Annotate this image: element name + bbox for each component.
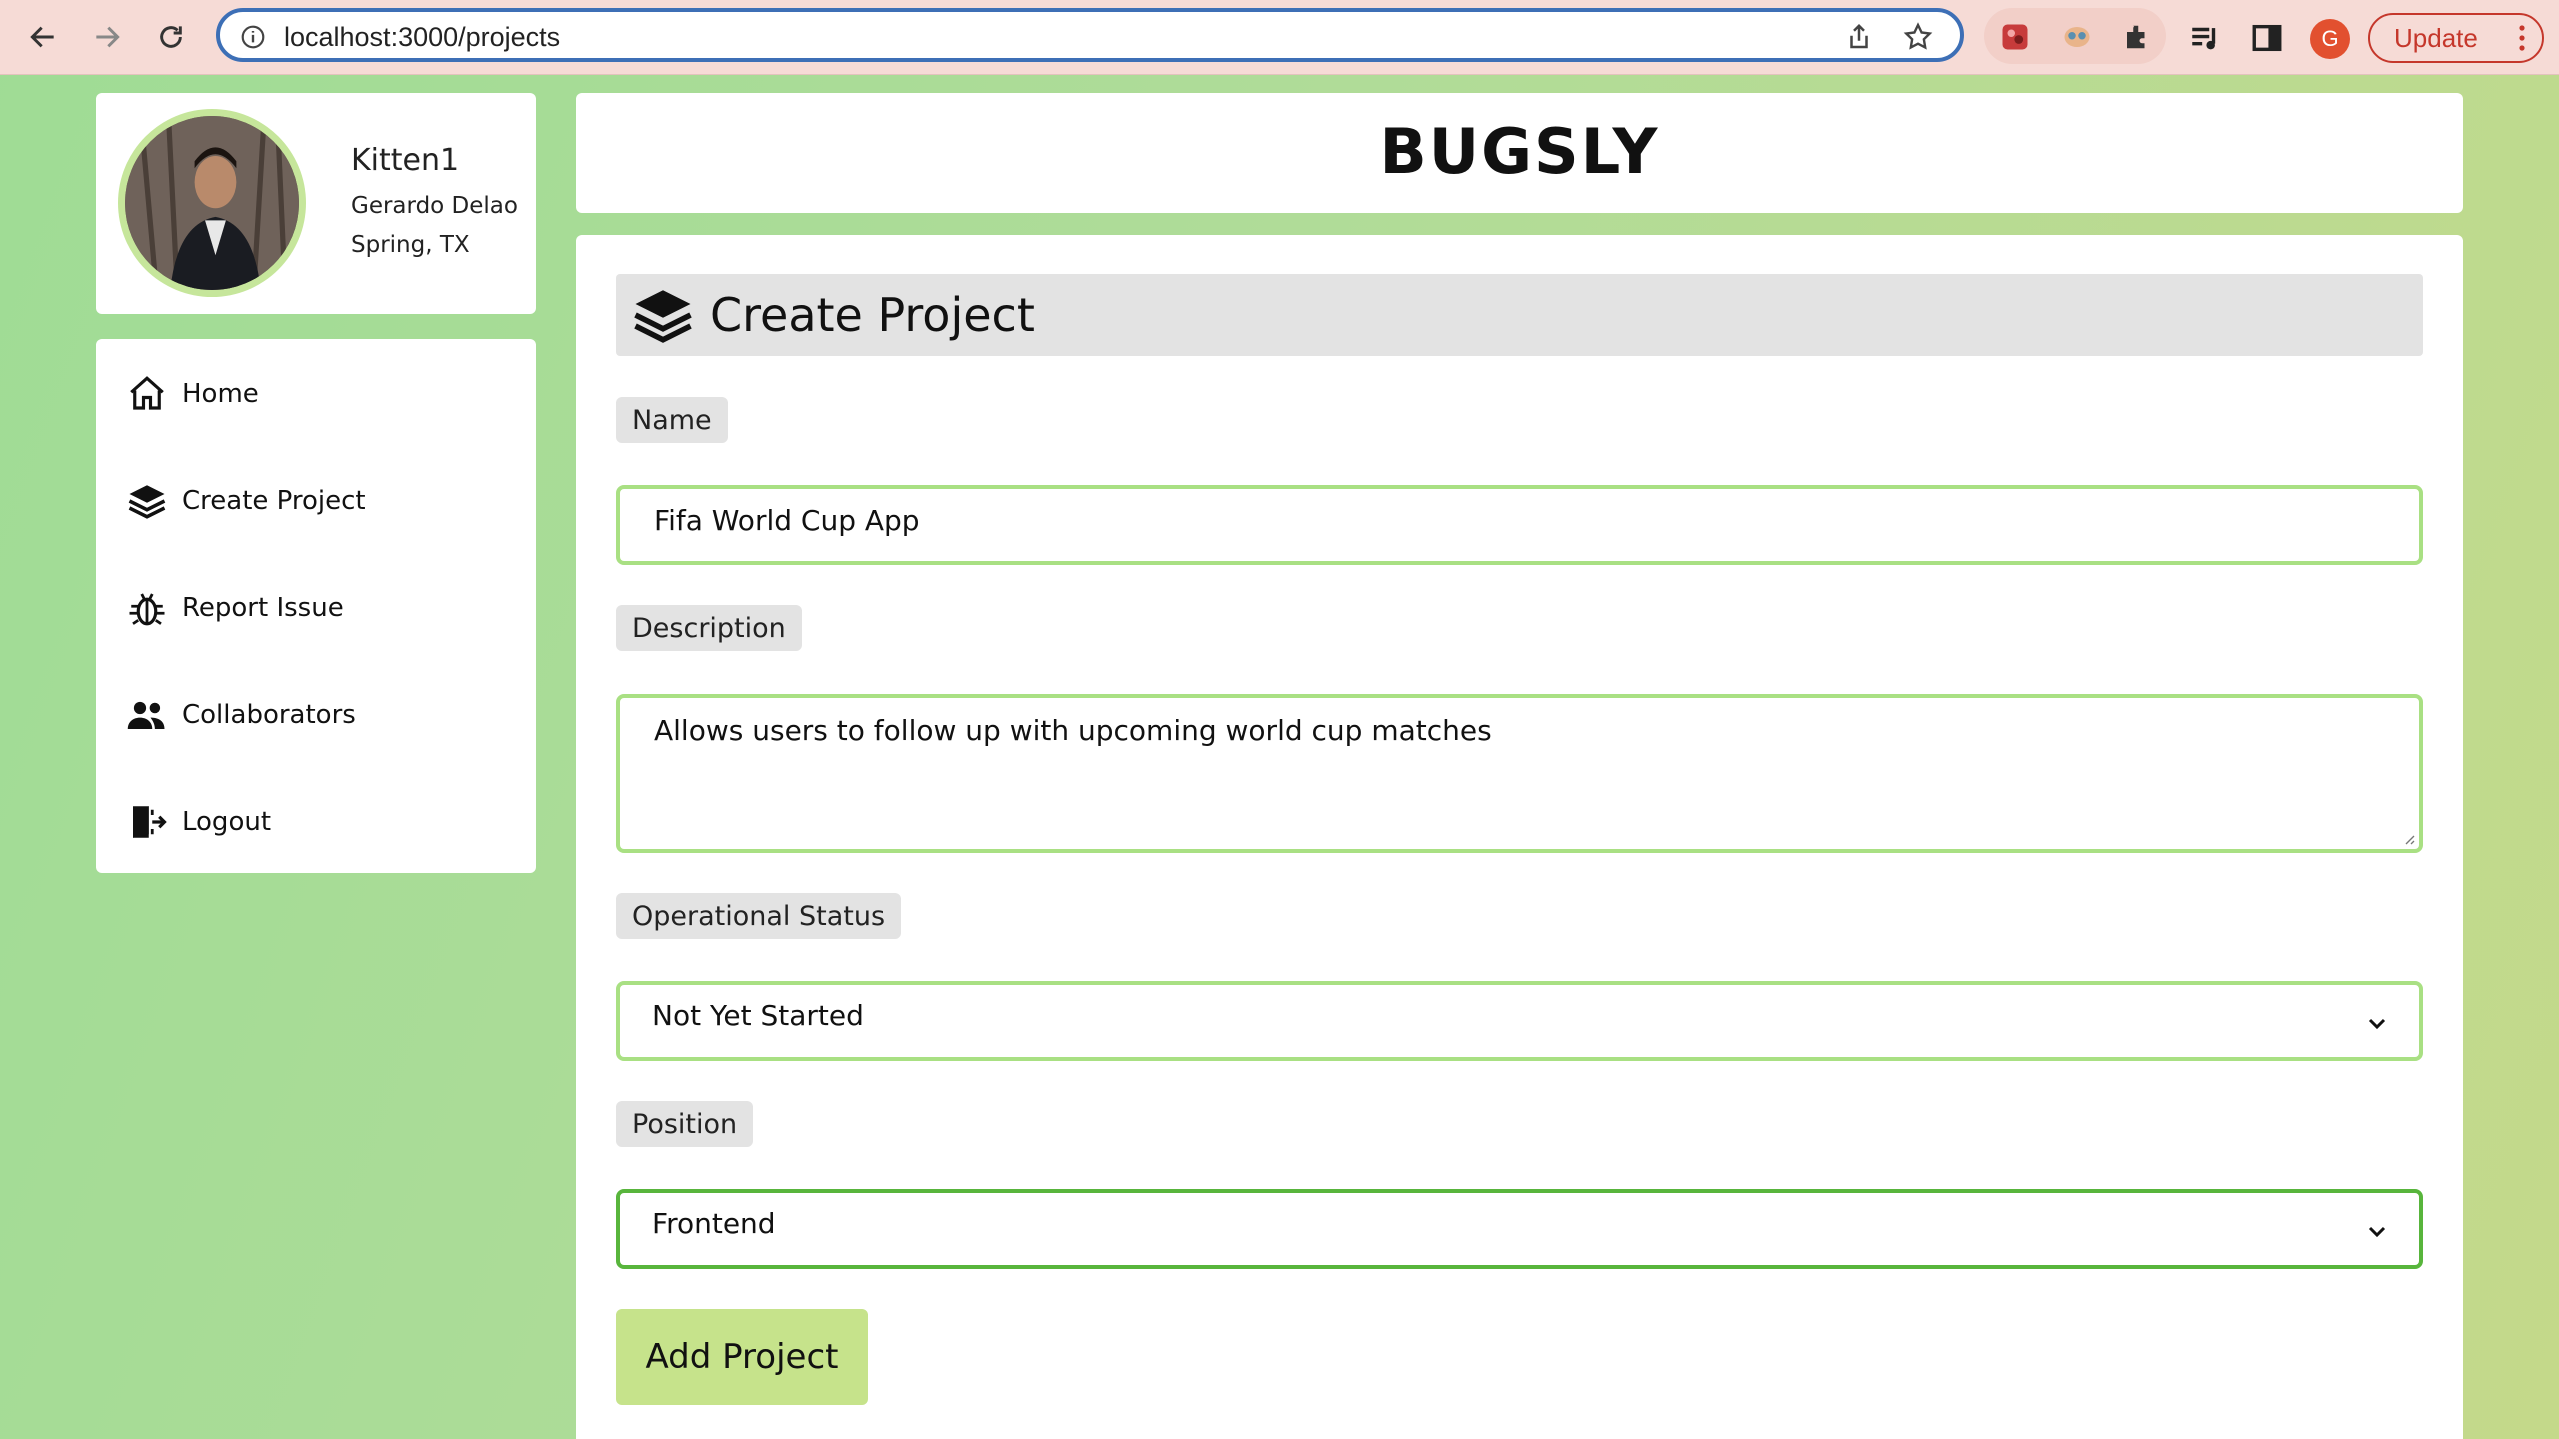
description-textarea[interactable]: Allows users to follow up with upcoming … [652,712,2356,806]
puzzle-icon[interactable] [2120,22,2154,52]
forward-button[interactable] [84,14,130,60]
bug-icon [129,593,165,626]
layers-icon [128,485,166,519]
update-button[interactable]: Update [2368,13,2544,63]
address-bar[interactable]: localhost:3000/projects [216,8,1964,62]
update-label: Update [2394,22,2478,53]
position-select[interactable]: Frontend [616,1189,2423,1269]
status-select[interactable]: Not Yet Started [616,981,2423,1061]
name-input[interactable] [652,503,2356,538]
sidebar-item-home[interactable]: Home [126,369,506,419]
profile-avatar-button[interactable]: G [2310,19,2350,59]
description-field[interactable]: Allows users to follow up with upcoming … [616,694,2423,853]
position-select-value: Frontend [652,1207,776,1240]
form-header: Create Project [616,274,2423,356]
sidebar-item-report-issue[interactable]: Report Issue [126,583,506,633]
add-project-button[interactable]: Add Project [616,1309,868,1405]
profile-card: Kitten1 Gerardo Delao Spring, TX [96,93,536,314]
sidebar-nav: Home Create Project Report Issue Collabo… [96,339,536,873]
status-select-value: Not Yet Started [652,999,864,1032]
arrow-left-icon [30,26,54,48]
browser-toolbar: localhost:3000/projects G Update [0,0,2559,75]
users-icon [127,701,165,729]
chevron-down-icon [2368,1226,2386,1238]
person-silhouette-icon [125,116,299,290]
sidebar-item-label: Report Issue [182,593,344,623]
avatar-photo [125,116,299,290]
logout-icon [133,806,167,838]
description-label: Description [616,605,802,651]
extension-face-icon[interactable] [2060,22,2094,52]
extensions-group [1984,8,2166,64]
sidebar-item-label: Home [182,379,259,409]
media-playlist-icon[interactable] [2188,21,2222,55]
resize-grip-icon[interactable] [2401,831,2415,845]
extension-colorful-icon[interactable] [1998,22,2032,52]
position-label: Position [616,1101,754,1147]
reload-icon [160,26,182,48]
star-icon[interactable] [1902,21,1934,53]
reload-button[interactable] [148,14,194,60]
status-label: Operational Status [616,893,902,939]
back-button[interactable] [20,14,66,60]
arrow-right-icon [96,26,120,48]
sidebar-item-logout[interactable]: Logout [126,797,506,847]
app-brand-title: BUGSLY [1379,115,1660,188]
form-title: Create Project [710,288,1035,342]
sidebar-item-collaborators[interactable]: Collaborators [126,690,506,740]
profile-username: Kitten1 [351,143,460,178]
sidebar-item-create-project[interactable]: Create Project [126,476,506,526]
url-text[interactable]: localhost:3000/projects [284,22,560,53]
chevron-down-icon [2368,1018,2386,1030]
create-project-panel: Create Project Name Description Allows u… [576,235,2463,1439]
name-field[interactable] [616,485,2423,565]
layers-icon [634,290,692,343]
app-header: BUGSLY [576,93,2463,213]
share-icon[interactable] [1844,22,1874,52]
sidebar-item-label: Create Project [182,486,366,516]
name-label: Name [616,397,728,443]
sidebar-item-label: Logout [182,807,272,837]
more-vertical-icon[interactable] [2518,25,2526,51]
home-icon [130,376,164,410]
side-panel-icon[interactable] [2250,21,2284,55]
avatar [118,109,306,297]
info-icon[interactable] [240,24,266,50]
profile-full-name: Gerardo Delao [351,193,518,219]
profile-location: Spring, TX [351,232,470,258]
sidebar-item-label: Collaborators [182,700,356,730]
